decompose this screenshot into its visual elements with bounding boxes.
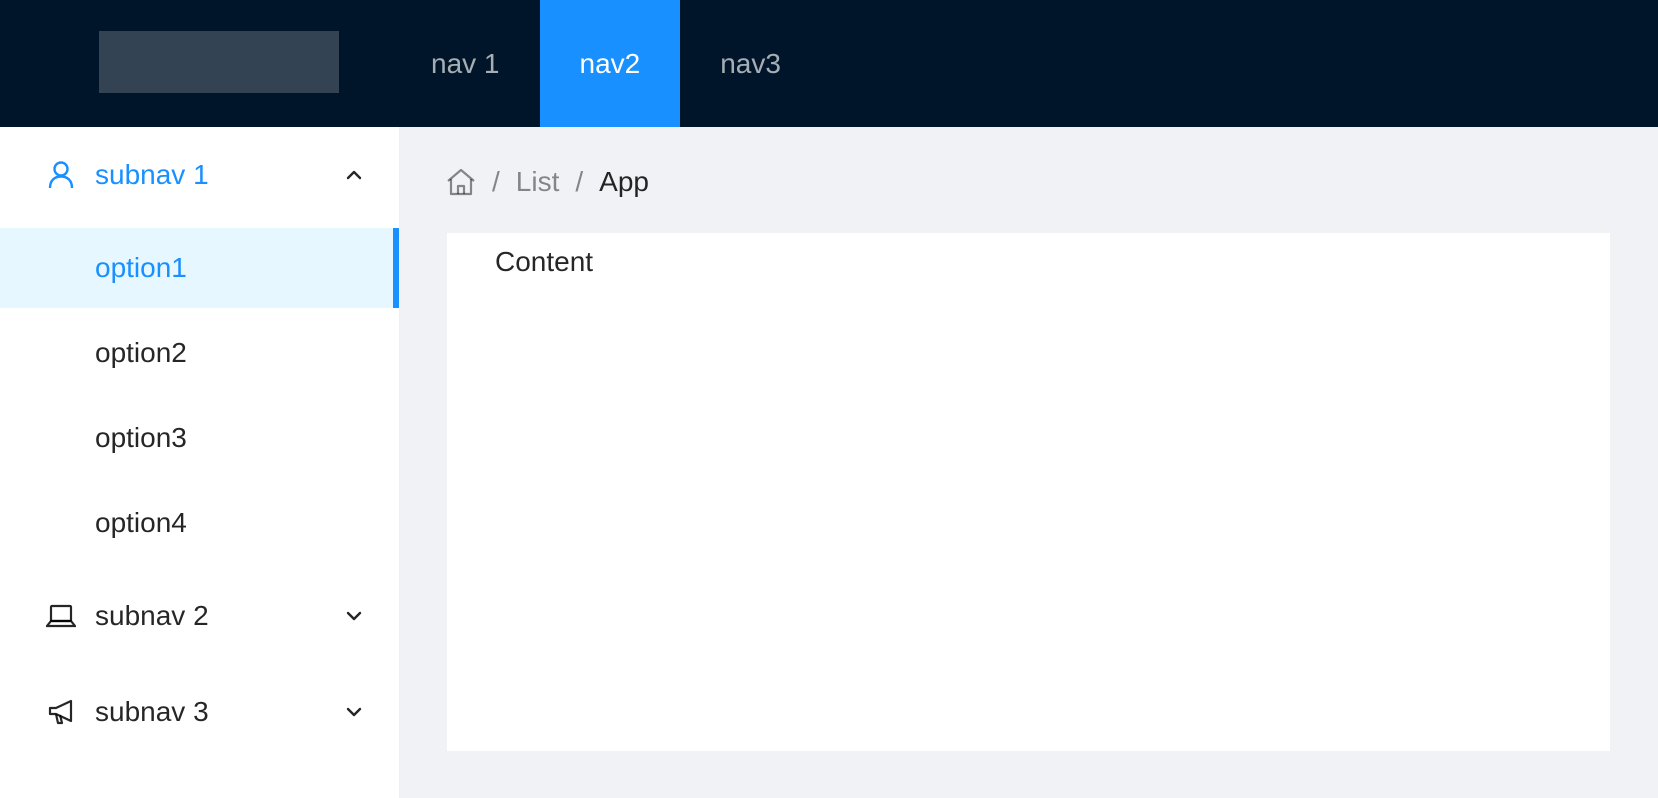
laptop-icon: [46, 601, 76, 631]
menu-item-option1[interactable]: option1: [0, 228, 399, 308]
breadcrumb-item-list[interactable]: List: [516, 166, 560, 198]
breadcrumb: / List / App: [446, 160, 649, 204]
notification-icon: [46, 697, 76, 727]
menu-item-option3[interactable]: option3: [0, 398, 399, 478]
home-icon[interactable]: [446, 168, 476, 196]
submenu-label: subnav 2: [95, 600, 209, 631]
top-nav: nav 1 nav2 nav3: [391, 0, 821, 127]
breadcrumb-item-app: App: [599, 166, 649, 197]
menu-item-option2[interactable]: option2: [0, 313, 399, 393]
content-text: Content: [495, 246, 594, 277]
sidebar: subnav 1 option1 option2 option3 option4…: [0, 127, 400, 798]
top-nav-item-3[interactable]: nav3: [680, 0, 821, 127]
chevron-up-icon: [343, 164, 365, 186]
submenu-subnav-2[interactable]: subnav 2: [0, 568, 399, 664]
top-nav-item-1[interactable]: nav 1: [391, 0, 540, 127]
menu-item-option4[interactable]: option4: [0, 483, 399, 563]
breadcrumb-separator: /: [492, 166, 500, 197]
content-panel: Content: [447, 233, 1610, 751]
submenu-subnav-1[interactable]: subnav 1: [0, 127, 399, 223]
user-icon: [46, 160, 76, 190]
chevron-down-icon: [343, 605, 365, 627]
top-header: nav 1 nav2 nav3: [0, 0, 1658, 127]
top-nav-item-2[interactable]: nav2: [539, 0, 681, 127]
submenu-subnav-3[interactable]: subnav 3: [0, 664, 399, 760]
submenu-label: subnav 3: [95, 696, 209, 727]
breadcrumb-separator: /: [575, 166, 584, 197]
chevron-down-icon: [343, 701, 365, 723]
logo-placeholder: [99, 31, 339, 93]
submenu-label: subnav 1: [95, 159, 209, 190]
